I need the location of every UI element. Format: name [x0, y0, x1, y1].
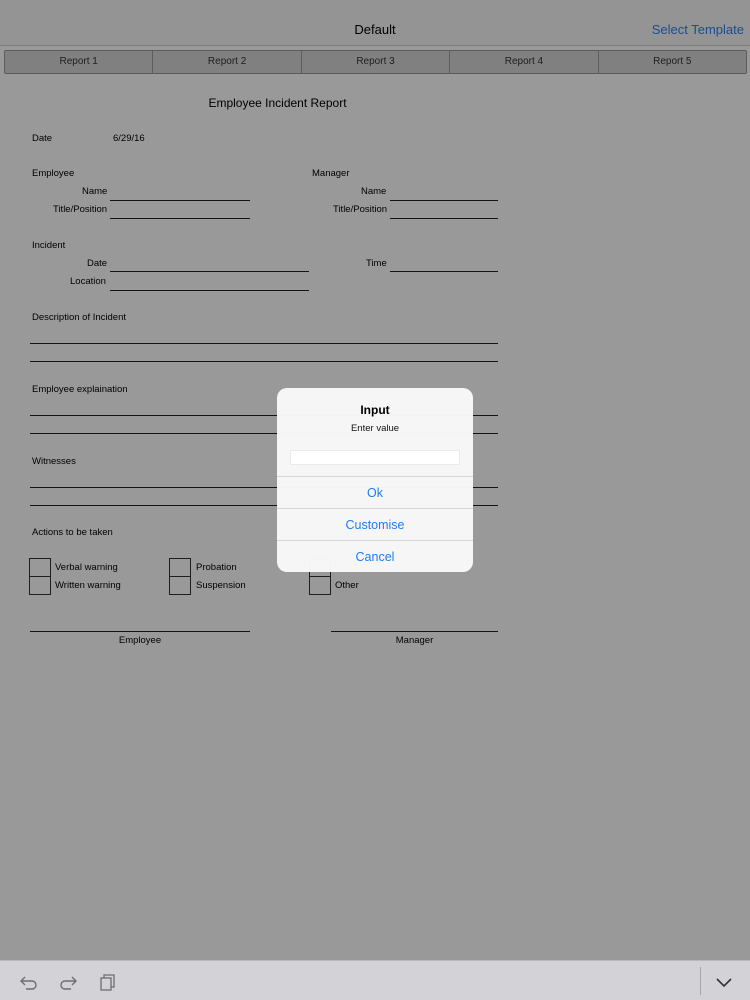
undo-icon[interactable] [18, 971, 40, 993]
redo-icon[interactable] [57, 971, 79, 993]
copy-icon[interactable] [97, 971, 119, 993]
alert-value-input[interactable] [290, 450, 460, 465]
toolbar-separator [700, 967, 701, 995]
ok-button[interactable]: Ok [277, 476, 473, 508]
alert-message: Enter value [350, 423, 400, 434]
chevron-down-icon[interactable] [713, 971, 735, 993]
input-alert-dialog: Input Enter value Ok Customise Cancel [277, 388, 473, 572]
alert-title: Input [360, 403, 390, 417]
cancel-button[interactable]: Cancel [277, 540, 473, 572]
bottom-toolbar [0, 960, 750, 1000]
customise-button[interactable]: Customise [277, 508, 473, 540]
